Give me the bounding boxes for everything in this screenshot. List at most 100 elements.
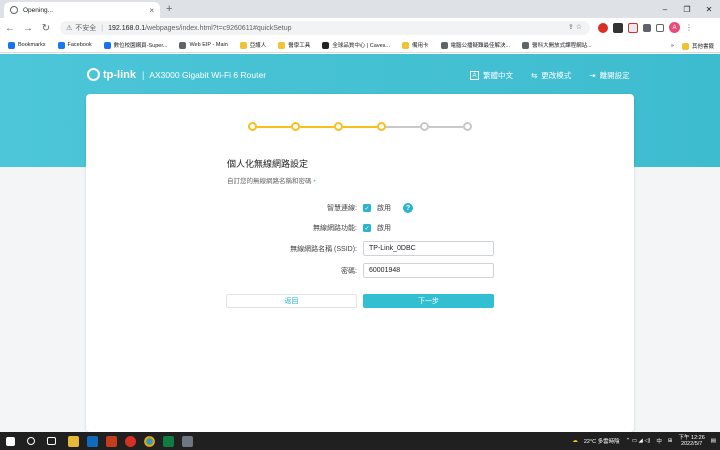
bookmarks-right: » 其他書籤	[671, 42, 714, 50]
other-bookmarks[interactable]: 其他書籤	[681, 42, 714, 50]
smart-connect-checkbox[interactable]: ✓	[363, 204, 371, 212]
other-bookmarks-label: 其他書籤	[691, 44, 714, 50]
bookmarks-bar: Bookmarks Facebook 數位校園網頁-Super... Web EIP …	[0, 38, 720, 53]
record-extension-icon[interactable]	[598, 22, 608, 33]
menu-icon[interactable]: ⋮	[685, 23, 693, 32]
bookmarks-overflow[interactable]: »	[671, 43, 674, 49]
bookmark-item[interactable]: 醫科大開放式課程網站...	[522, 41, 592, 49]
next-button[interactable]: 下一步	[363, 294, 494, 308]
browser-tab-strip: Opening... × + – ❐ ✕	[0, 0, 720, 18]
notification-icon[interactable]: ▤	[711, 438, 716, 444]
maximize-button[interactable]: ❐	[676, 0, 698, 18]
share-and-star-icons[interactable]: ⇪ ☆	[568, 23, 582, 31]
bookmark-item[interactable]: 醫學工具	[278, 41, 310, 49]
task-view-icon[interactable]	[47, 437, 56, 445]
progress-step	[291, 122, 300, 131]
change-mode-button[interactable]: ⇆ 更改模式	[531, 70, 571, 81]
bookmark-icon	[103, 41, 111, 49]
keyboard-icon[interactable]: ⊞	[668, 438, 673, 444]
swap-icon: ⇆	[531, 71, 538, 80]
tray-icons[interactable]: ⌃ ▭ ◢ ◁)	[626, 438, 651, 444]
input-language[interactable]: 中	[656, 437, 662, 445]
browser-tab[interactable]: Opening... ×	[4, 2, 160, 18]
language-icon: A	[470, 71, 479, 80]
bookmark-label: 備用卡	[411, 43, 429, 49]
help-icon[interactable]: ?	[403, 203, 413, 213]
bookmark-label: 電腦公播疑難最佳解決...	[450, 43, 511, 49]
bookmark-icon	[179, 41, 187, 49]
bookmark-icon	[239, 41, 247, 49]
progress-connector	[300, 126, 334, 128]
tab-title: Opening...	[23, 6, 53, 14]
extension-icon[interactable]	[628, 22, 638, 33]
progress-connector	[429, 126, 463, 128]
minimize-button[interactable]: –	[654, 0, 676, 18]
puzzle-icon[interactable]	[643, 23, 651, 32]
forward-arrow-icon[interactable]: →	[20, 23, 36, 34]
outlook-icon[interactable]	[87, 435, 98, 447]
chrome-icon[interactable]	[144, 435, 155, 447]
bookmark-icon	[522, 41, 530, 49]
exit-setup-button[interactable]: ⇥ 離開設定	[589, 70, 629, 81]
bookmark-item[interactable]: 備用卡	[401, 41, 429, 49]
ssid-input[interactable]: TP-Link_0DBC	[363, 241, 494, 256]
search-icon[interactable]	[27, 437, 35, 445]
language-label: 繁體中文	[483, 71, 513, 80]
password-input[interactable]: 60001948	[363, 263, 494, 278]
bookmark-item[interactable]: Bookmarks	[8, 41, 46, 49]
address-bar[interactable]: ⚠ 不安全 | 192.168.0.1 /webpages/index.html…	[60, 21, 590, 35]
bookmark-item[interactable]: 電腦公播疑難最佳解決...	[440, 41, 511, 49]
url-separator: |	[101, 24, 104, 32]
recorder-icon[interactable]	[125, 435, 136, 447]
bookmark-item[interactable]: Facebook	[57, 41, 92, 49]
file-explorer-icon[interactable]	[68, 435, 79, 447]
clock-date: 2022/5/7	[680, 441, 703, 447]
new-tab-button[interactable]: +	[166, 3, 172, 15]
weather-text[interactable]: 22°C 多雲時陰	[584, 437, 620, 445]
windows-start-icon[interactable]	[6, 436, 15, 446]
wireless-enable-label: 啟用	[377, 225, 391, 232]
excel-icon[interactable]	[163, 435, 174, 447]
bookmark-label: Facebook	[67, 42, 92, 48]
smart-connect-enable-label: 啟用	[377, 205, 391, 212]
clock[interactable]: 下午 12:26 2022/5/7	[679, 435, 705, 448]
folder-icon	[681, 42, 689, 50]
bookmark-label: 亞護人	[249, 43, 267, 49]
wireless-label: 無線網路功能:	[313, 225, 357, 232]
language-button[interactable]: A 繁體中文	[470, 70, 513, 81]
smart-connect-row: ✓ 啟用 ?	[363, 203, 413, 213]
bookmark-item[interactable]: Web EIP - Main	[179, 41, 228, 49]
extensions-area: A ⋮	[598, 22, 693, 33]
subtitle-text: 自訂您的無線網路名稱和密碼	[227, 178, 312, 185]
ssid-label: 無線網路名稱 (SSID):	[290, 246, 357, 253]
tplink-logo-icon	[87, 68, 100, 81]
calculator-icon[interactable]	[182, 435, 193, 447]
powerpoint-icon[interactable]	[106, 435, 117, 447]
smart-connect-label: 智慧連線:	[327, 205, 357, 212]
download-extension-icon[interactable]	[613, 22, 623, 33]
progress-connector	[257, 126, 291, 128]
bookmark-icon	[57, 41, 65, 49]
wireless-checkbox[interactable]: ✓	[363, 224, 371, 232]
reload-icon[interactable]: ↻	[38, 23, 54, 34]
weather-icon: ☁	[572, 438, 578, 444]
url-host: 192.168.0.1	[108, 24, 146, 32]
back-button[interactable]: 返回	[226, 294, 357, 308]
setup-card: 個人化無線網路設定 自訂您的無線網路名稱和密碼 • 智慧連線: ✓ 啟用 ? 無…	[86, 94, 634, 432]
bookmark-item[interactable]: 全球品質中心 | Caves...	[322, 41, 390, 49]
router-model: AX3000 Gigabit Wi-Fi 6 Router	[149, 69, 267, 80]
back-arrow-icon[interactable]: ←	[2, 23, 18, 34]
exit-icon: ⇥	[589, 71, 596, 80]
bookmark-label: 醫學工具	[288, 43, 311, 49]
window-controls: – ❐ ✕	[654, 0, 720, 18]
profile-avatar[interactable]: A	[669, 22, 680, 33]
sidebar-icon[interactable]	[656, 23, 664, 32]
bookmark-label: 數位校園網頁-Super...	[113, 43, 168, 49]
close-window-button[interactable]: ✕	[698, 0, 720, 18]
tab-close-icon[interactable]: ×	[149, 6, 154, 15]
bookmark-item[interactable]: 亞護人	[239, 41, 267, 49]
bookmark-icon	[278, 41, 286, 49]
bookmark-item[interactable]: 數位校園網頁-Super...	[103, 41, 168, 49]
url-path: /webpages/index.html?t=c9260611#quickSet…	[145, 24, 292, 32]
change-mode-label: 更改模式	[541, 71, 572, 80]
